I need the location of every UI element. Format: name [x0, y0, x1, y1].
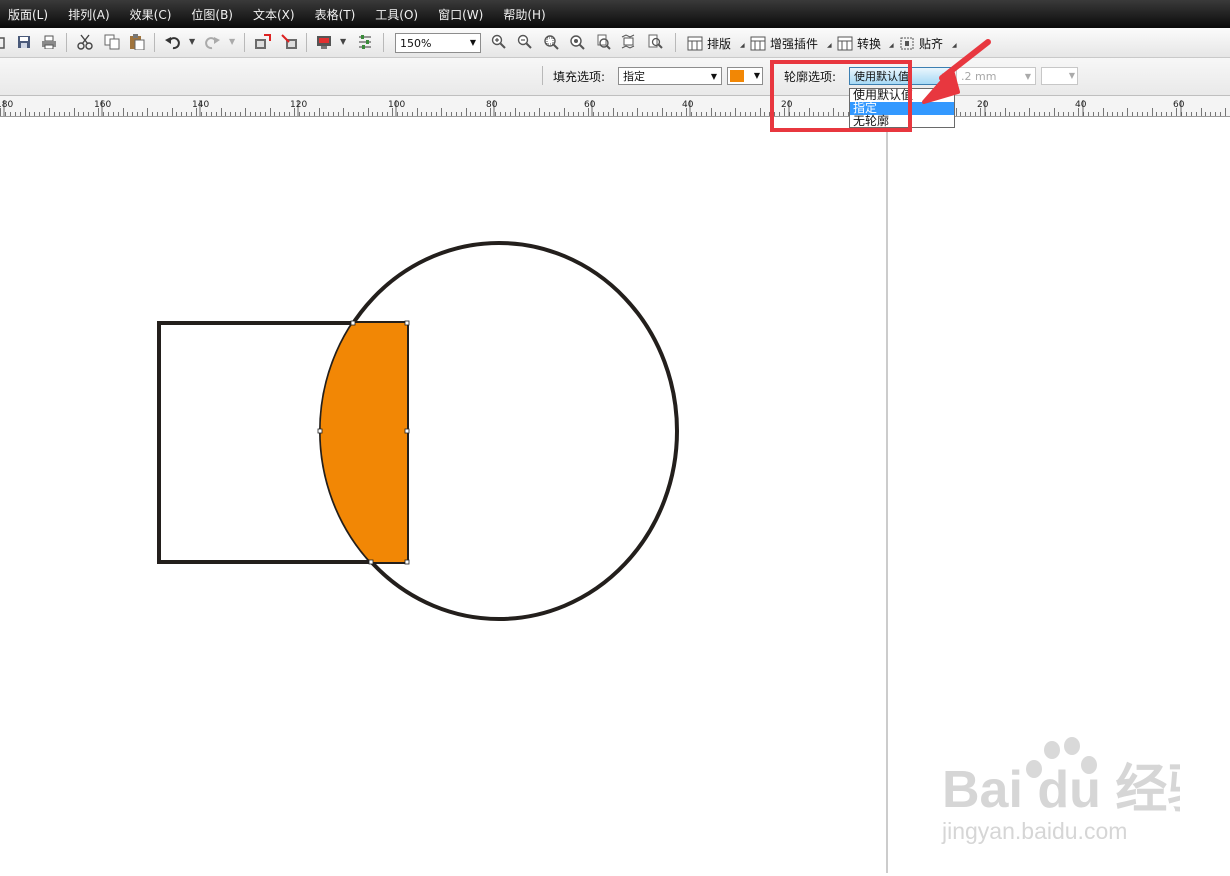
- fill-color-swatch: [730, 70, 744, 82]
- ruler-label: 40: [1075, 100, 1087, 110]
- highlight-box: [770, 60, 912, 132]
- ruler-label: 100: [388, 100, 405, 110]
- zoom-page-height-icon[interactable]: [645, 32, 665, 52]
- baidu-jingyan-watermark: Bai du 经验 jingyan.baidu.com: [941, 737, 1180, 844]
- zoom-level-combo[interactable]: 150% ▼: [395, 33, 481, 53]
- convert-button-label: 转换: [857, 36, 882, 51]
- import-icon[interactable]: [252, 32, 274, 52]
- layout-button-label: 排版: [707, 36, 732, 51]
- redo-icon[interactable]: [202, 32, 222, 52]
- enhance-plugin-button[interactable]: 增强插件: [750, 33, 818, 53]
- zoom-page-icon[interactable]: [593, 32, 613, 52]
- ruler-label: 180: [0, 100, 13, 110]
- watermark-url: jingyan.baidu.com: [941, 818, 1127, 844]
- menu-arrange[interactable]: 排列(A): [68, 6, 110, 23]
- fill-options-dropdown-icon[interactable]: ▼: [707, 68, 721, 84]
- menu-help[interactable]: 帮助(H): [503, 6, 545, 23]
- zoom-in-icon[interactable]: [489, 32, 509, 52]
- outline-width-dropdown-icon[interactable]: ▼: [1021, 68, 1035, 84]
- export-icon[interactable]: [279, 32, 301, 52]
- watermark-brand: Bai du 经验: [942, 761, 1180, 819]
- ruler-label: 40: [682, 100, 694, 110]
- zoom-dropdown-icon[interactable]: ▼: [466, 34, 480, 50]
- menu-bar: 版面(L) 排列(A) 效果(C) 位图(B) 文本(X) 表格(T) 工具(O…: [0, 0, 1230, 28]
- zoom-out-icon[interactable]: [515, 32, 535, 52]
- enhance-plugin-icon: [750, 36, 766, 50]
- zoom-selected-icon[interactable]: [541, 32, 561, 52]
- ruler-label: 140: [192, 100, 209, 110]
- undo-icon[interactable]: [163, 32, 183, 52]
- pointer-arrow-icon: [922, 39, 991, 104]
- fill-color-picker[interactable]: ▼: [727, 67, 763, 85]
- convert-dropdown-icon[interactable]: ◢: [889, 42, 894, 49]
- copy-icon[interactable]: [102, 32, 122, 52]
- application-launcher-icon[interactable]: [313, 32, 335, 52]
- launcher-dropdown-icon[interactable]: ▼: [340, 37, 346, 46]
- layout-button[interactable]: 排版: [687, 33, 731, 53]
- redo-dropdown-icon[interactable]: ▼: [229, 37, 235, 46]
- menu-layout[interactable]: 版面(L): [8, 6, 48, 23]
- paste-icon[interactable]: [127, 32, 147, 52]
- convert-icon: [837, 36, 853, 50]
- outline-color-dropdown-icon[interactable]: ▼: [1069, 71, 1075, 80]
- fill-options-label: 填充选项:: [553, 70, 606, 84]
- zoom-page-width-icon[interactable]: [619, 32, 639, 52]
- menu-text[interactable]: 文本(X): [253, 6, 295, 23]
- outline-color-picker[interactable]: ▼: [1041, 67, 1078, 85]
- menu-effects[interactable]: 效果(C): [130, 6, 172, 23]
- property-bar: 填充选项: 指定 ▼ ▼ 轮廓选项: 使用默认值 ▼ .2 mm ▼ ▼: [0, 58, 1230, 96]
- layout-dropdown-icon[interactable]: ◢: [740, 42, 745, 49]
- ruler-label: 80: [486, 100, 498, 110]
- zoom-level-value: 150%: [400, 36, 432, 50]
- ruler-scale: 18016014012010080604020204060: [0, 100, 1226, 116]
- zoom-all-objects-icon[interactable]: [567, 32, 587, 52]
- undo-dropdown-icon[interactable]: ▼: [189, 37, 195, 46]
- save-icon[interactable]: [15, 32, 33, 52]
- menu-tools[interactable]: 工具(O): [375, 6, 418, 23]
- menu-bitmaps[interactable]: 位图(B): [191, 6, 233, 23]
- enhance-plugin-label: 增强插件: [770, 36, 819, 51]
- horizontal-ruler[interactable]: 18016014012010080604020204060: [0, 96, 1230, 117]
- standard-toolbar: ▼ ▼ ▼ 150% ▼ 排版 ◢ 增强插件 ◢ 转换 ◢ 贴齐 ◢: [0, 28, 1230, 58]
- menu-table[interactable]: 表格(T): [315, 6, 356, 23]
- fill-options-combo[interactable]: 指定 ▼: [618, 67, 722, 85]
- menu-window[interactable]: 窗口(W): [438, 6, 483, 23]
- layout-icon: [687, 36, 703, 50]
- options-icon[interactable]: [355, 32, 375, 52]
- ruler-label: 60: [1173, 100, 1185, 110]
- fill-options-value: 指定: [623, 70, 645, 83]
- ruler-label: 60: [584, 100, 596, 110]
- ruler-label: 160: [94, 100, 111, 110]
- convert-button[interactable]: 转换: [837, 33, 881, 53]
- print-icon[interactable]: [39, 32, 59, 52]
- enhance-plugin-dropdown-icon[interactable]: ◢: [827, 42, 832, 49]
- fill-color-dropdown-icon[interactable]: ▼: [754, 71, 760, 80]
- ruler-label: 120: [290, 100, 307, 110]
- open-icon[interactable]: [0, 32, 6, 52]
- cut-icon[interactable]: [75, 32, 95, 52]
